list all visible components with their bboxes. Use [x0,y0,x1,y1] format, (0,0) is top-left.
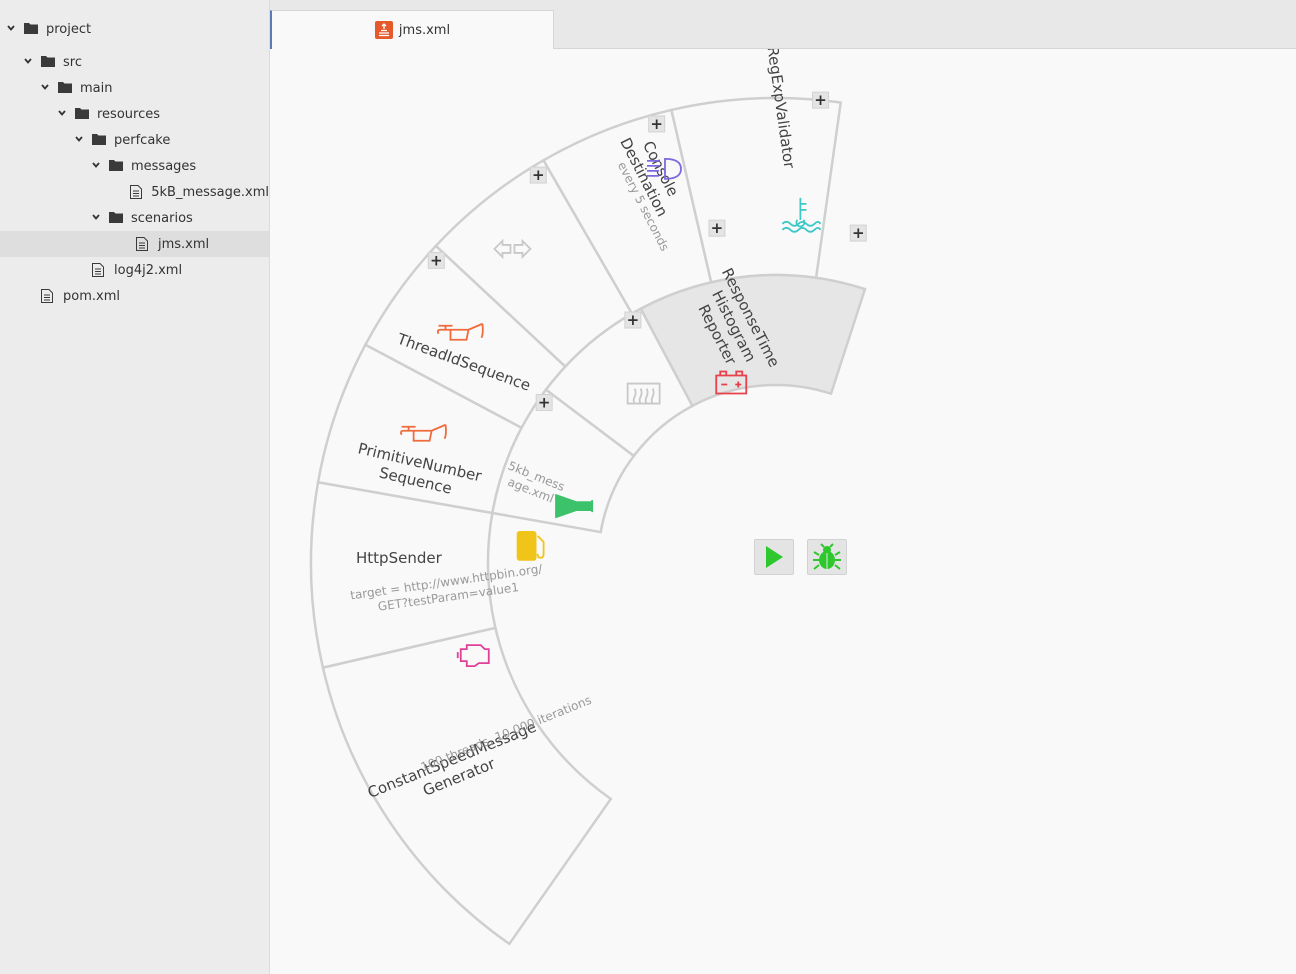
tree-file-jms-xml[interactable]: jms.xml [0,231,269,257]
tree-item-label: resources [97,106,161,122]
sender-name-label: HttpSender [356,549,443,567]
tree-item-label: perfcake [114,132,171,148]
add-button-label[interactable]: + [711,219,724,237]
add-button[interactable]: + [624,311,642,329]
add-button-label[interactable]: + [814,91,827,109]
folder-icon [92,133,106,147]
tree-folder-perfcake[interactable]: perfcake [0,127,269,153]
add-button-label[interactable]: + [627,311,640,329]
tree-file-pom-xml[interactable]: pom.xml [0,283,269,309]
tree-item-label: messages [131,158,197,174]
file-icon [136,237,150,251]
tab-label: jms.xml [398,22,451,38]
chevron-down-icon[interactable] [74,134,86,146]
add-button[interactable]: + [849,224,867,242]
play-icon [766,546,783,568]
chevron-down-icon[interactable] [91,160,103,172]
perfcake-file-icon [374,21,393,39]
tree-item-label: log4j2.xml [114,262,183,278]
add-button-label[interactable]: + [650,115,663,133]
tree-item-label: pom.xml [63,288,120,304]
tree-item-label: main [80,80,113,96]
tree-folder-scenarios[interactable]: scenarios [0,205,269,231]
add-button-label[interactable]: + [430,251,443,269]
tree-folder-messages[interactable]: messages [0,153,269,179]
fuel-pump-icon-part [536,535,545,559]
fuel-pump-icon [516,531,545,561]
folder-icon [58,81,72,95]
add-button-label[interactable]: + [532,166,545,184]
tree-item-label: jms.xml [158,236,210,252]
chevron-down-icon[interactable] [23,56,35,68]
scenario-wheel: ConstantSpeedMessageGenerator100 threads… [309,49,867,946]
file-icon [129,185,143,199]
tree-item-label: 5kB_message.xml [151,184,269,200]
tab-jms-xml[interactable]: jms.xml [270,10,554,49]
folder-icon [24,22,38,36]
add-button[interactable]: + [648,115,666,133]
file-icon [92,263,106,277]
folder-icon [75,107,89,121]
tree-folder-main[interactable]: main [0,75,269,101]
label-line: HttpSender [356,549,443,567]
folder-icon [109,211,123,225]
tree-folder-resources[interactable]: resources [0,101,269,127]
add-button[interactable]: + [427,251,445,269]
tree-file-log4j2-xml[interactable]: log4j2.xml [0,257,269,283]
add-button-label[interactable]: + [852,224,865,242]
fuel-pump-icon-part [516,531,537,561]
file-icon [41,289,55,303]
scenario-designer: ConstantSpeedMessageGenerator 100 threads… [270,49,1296,974]
add-button[interactable]: + [812,91,830,109]
tree-file-5kB_message-xml[interactable]: 5kB_message.xml [0,179,269,205]
chevron-down-icon[interactable] [40,82,52,94]
add-button[interactable]: + [535,393,553,411]
chevron-down-icon[interactable] [6,23,18,35]
add-button-label[interactable]: + [538,393,551,411]
chevron-down-icon[interactable] [91,212,103,224]
chevron-down-icon[interactable] [57,108,69,120]
add-button[interactable]: + [529,166,547,184]
sender-name-label: HttpSender [356,549,443,567]
bug-icon [813,543,841,570]
tree-item-label: src [63,54,82,70]
tree-folder-src[interactable]: src [0,49,269,75]
folder-icon [41,55,55,69]
tree-folder-project[interactable]: project [0,16,269,42]
debug-button[interactable] [807,539,847,575]
project-tree: project src main resources perfcake messages 5… [0,0,270,974]
add-button[interactable]: + [708,219,726,237]
run-button[interactable] [754,539,794,575]
folder-icon [109,159,123,173]
editor-tab-bar: jms.xml [270,0,1296,49]
tree-item-label: project [46,21,92,37]
tree-item-label: scenarios [131,210,193,226]
